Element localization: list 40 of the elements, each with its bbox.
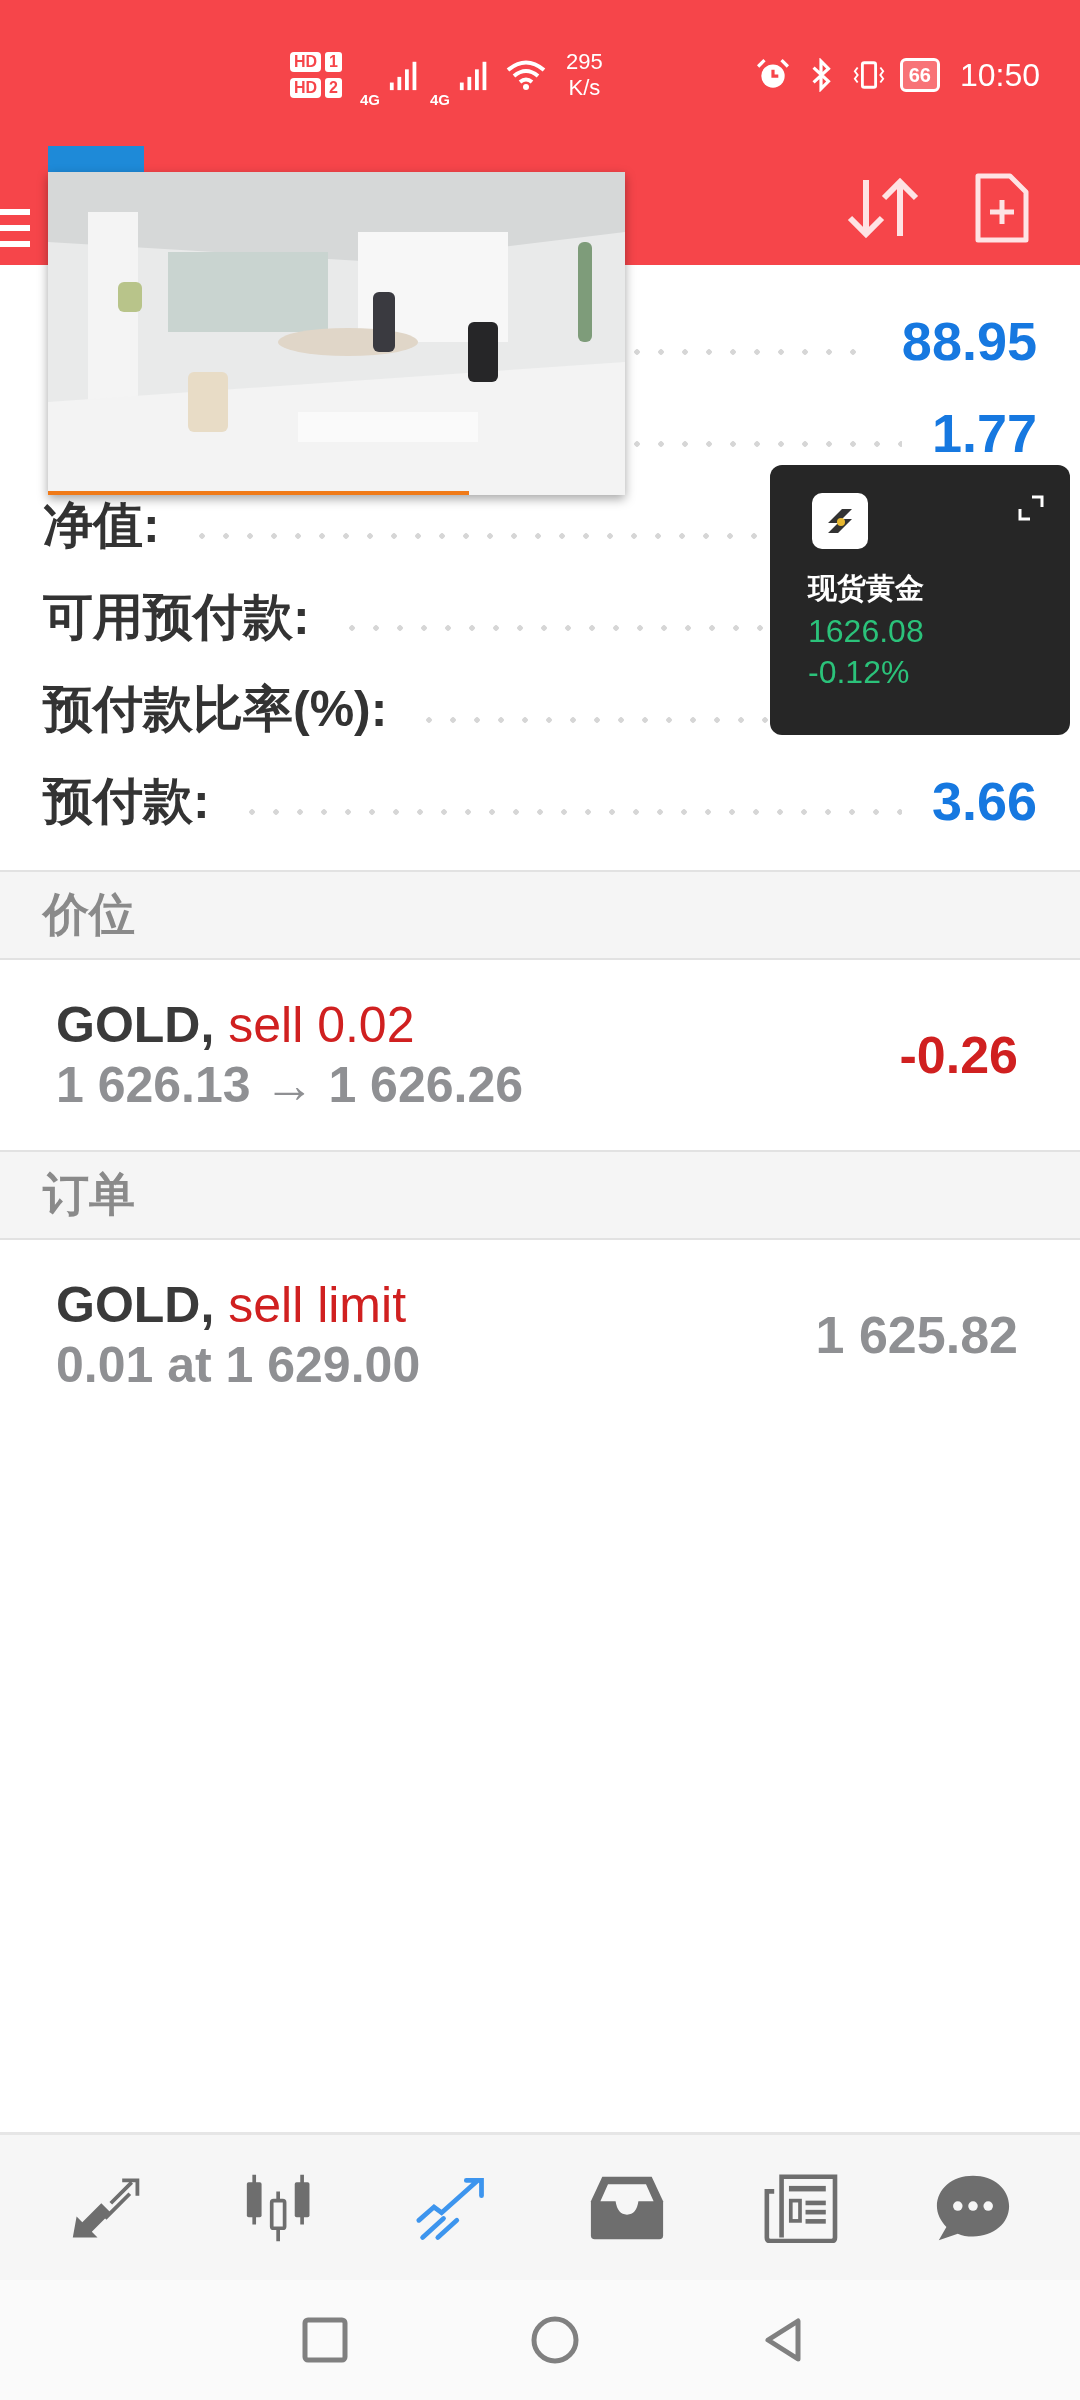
- app-logo-icon: [812, 493, 868, 549]
- trade-value: -0.26: [899, 1025, 1018, 1085]
- trade-detail: 0.01 at 1 629.00: [56, 1336, 421, 1394]
- network-speed: 295: [566, 48, 603, 75]
- speed-unit: K/s: [568, 75, 601, 102]
- battery-indicator: 66: [899, 58, 940, 92]
- home-button[interactable]: [530, 2315, 580, 2365]
- new-order-icon[interactable]: [974, 171, 1030, 244]
- recents-button[interactable]: [300, 2315, 350, 2365]
- account-value: 1.77: [931, 402, 1037, 464]
- trade-row[interactable]: GOLD, sell 0.02 1 626.13 → 1 626.26 -0.26: [0, 960, 1080, 1150]
- trade-detail: 1 626.13 → 1 626.26: [56, 1056, 524, 1114]
- sim-label: HD: [290, 52, 322, 72]
- sim-slot: 2: [325, 78, 342, 98]
- widget-price: 1626.08: [808, 613, 925, 650]
- account-value: 3.66: [931, 770, 1037, 832]
- trade-type: sell 0.02: [228, 997, 415, 1053]
- clock: 10:50: [959, 56, 1040, 94]
- vibrate-icon: [851, 58, 886, 92]
- sim-slot: 1: [325, 52, 342, 72]
- price-widget[interactable]: 现货黄金 1626.08 -0.12%: [770, 465, 1070, 735]
- widget-change: -0.12%: [808, 654, 911, 691]
- account-label: 预付款:: [43, 771, 210, 831]
- trade-type: sell limit: [228, 1277, 407, 1333]
- network-type: 4G: [430, 90, 451, 108]
- symbol: GOLD,: [56, 1277, 215, 1333]
- account-label: 预付款比率(%):: [43, 679, 388, 739]
- widget-title: 现货黄金: [808, 571, 925, 606]
- trade-row[interactable]: GOLD, sell limit 0.01 at 1 629.00 1 625.82: [0, 1240, 1080, 1430]
- trade-value: 1 625.82: [815, 1305, 1018, 1365]
- sim-label: HD: [290, 78, 322, 98]
- account-label: 可用预付款:: [43, 587, 310, 647]
- account-value: 88.95: [901, 310, 1037, 372]
- network-type: 4G: [360, 90, 381, 108]
- wifi-icon: [506, 59, 547, 91]
- expand-icon[interactable]: [1016, 493, 1046, 523]
- account-label: 净值:: [43, 495, 160, 555]
- section-header: 价位: [0, 870, 1080, 960]
- section-header: 订单: [0, 1150, 1080, 1240]
- symbol: GOLD,: [56, 997, 215, 1053]
